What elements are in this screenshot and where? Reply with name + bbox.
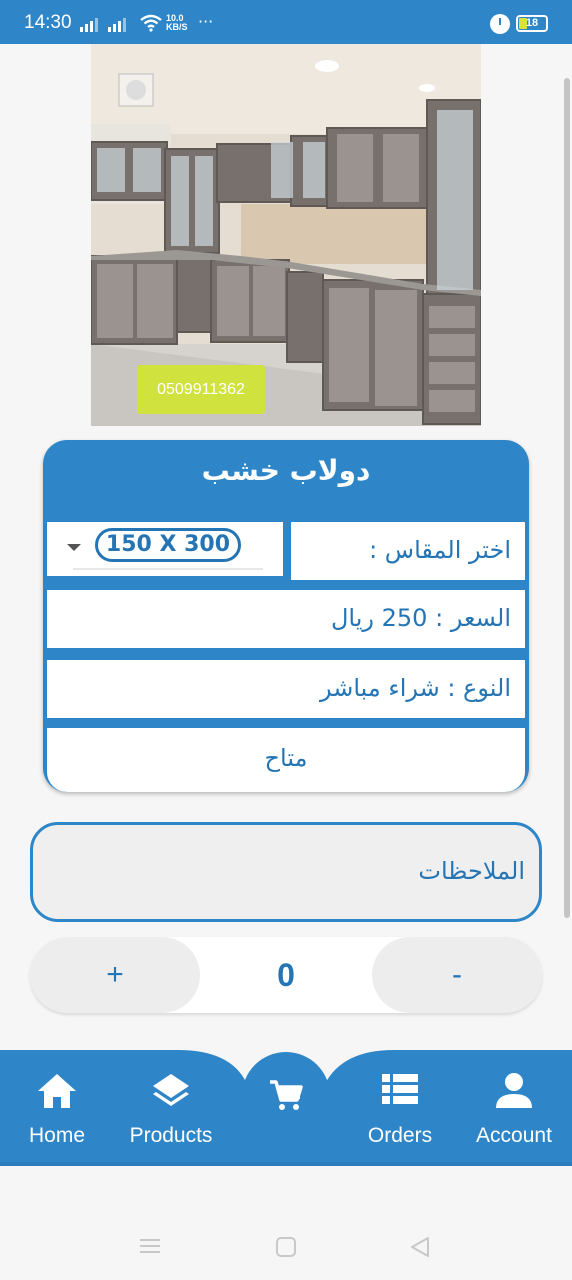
status-time: 14:30 <box>24 12 72 33</box>
dropdown-border <box>47 576 283 580</box>
menu-icon[interactable] <box>138 1236 162 1256</box>
price-cell: السعر : 250 ريال <box>47 590 525 648</box>
notes-field[interactable]: الملاحظات <box>30 822 542 922</box>
battery-icon: 18 <box>516 15 548 32</box>
page-scrollbar[interactable] <box>564 78 570 918</box>
product-image: 0509911362 <box>91 44 481 426</box>
type-cell: النوع : شراء مباشر <box>47 660 525 718</box>
nav-orders[interactable]: Orders <box>362 1050 438 1166</box>
price-text: السعر : 250 ريال <box>330 604 511 632</box>
home-square-icon[interactable] <box>274 1236 298 1258</box>
size-value: 150 X 300 <box>95 528 241 562</box>
layers-icon <box>153 1074 189 1106</box>
quantity-value: 0 <box>277 957 295 993</box>
alarm-icon <box>490 14 510 34</box>
type-text: النوع : شراء مباشر <box>320 674 511 702</box>
increase-button[interactable]: + <box>30 937 200 1013</box>
product-card: دولاب خشب اختر المقاس : 150 X 300 السعر … <box>43 440 529 792</box>
battery-level: 18 <box>525 17 539 29</box>
signal-icon <box>80 18 98 32</box>
more-indicator: ··· <box>198 12 214 31</box>
wifi-icon <box>140 14 162 32</box>
net-speed-unit: KB/S <box>166 22 188 32</box>
cart-button[interactable] <box>242 1052 330 1140</box>
list-icon <box>382 1074 418 1104</box>
person-icon <box>496 1073 532 1108</box>
decrease-button[interactable]: - <box>372 937 542 1013</box>
system-nav-bar <box>0 1166 572 1280</box>
nav-orders-label: Orders <box>367 1124 433 1147</box>
nav-home-label: Home <box>28 1124 86 1147</box>
availability-cell: متاح <box>47 728 525 792</box>
status-bar: 14:30 10.0 KB/S ··· 18 <box>0 0 572 44</box>
availability-text: متاح <box>264 744 308 772</box>
dropdown-underline <box>73 568 263 570</box>
cart-icon <box>270 1080 303 1110</box>
nav-account[interactable]: Account <box>466 1050 562 1166</box>
nav-products[interactable]: Products <box>118 1050 224 1166</box>
quantity-stepper: + 0 - <box>30 937 542 1013</box>
size-label: اختر المقاس : <box>369 536 511 564</box>
phone-tag: 0509911362 <box>137 365 265 414</box>
back-icon[interactable] <box>408 1236 432 1258</box>
size-dropdown[interactable]: 150 X 300 <box>47 522 283 580</box>
nav-account-label: Account <box>476 1124 552 1147</box>
nav-products-label: Products <box>129 1124 213 1147</box>
signal-icon-2 <box>108 18 126 32</box>
net-speed: 10.0 KB/S <box>166 14 188 32</box>
home-icon <box>38 1074 76 1108</box>
size-label-cell: اختر المقاس : <box>291 522 525 580</box>
chevron-down-icon <box>67 544 81 551</box>
nav-home[interactable]: Home <box>12 1050 102 1166</box>
notes-placeholder: الملاحظات <box>418 857 525 885</box>
product-title: دولاب خشب <box>201 454 371 487</box>
